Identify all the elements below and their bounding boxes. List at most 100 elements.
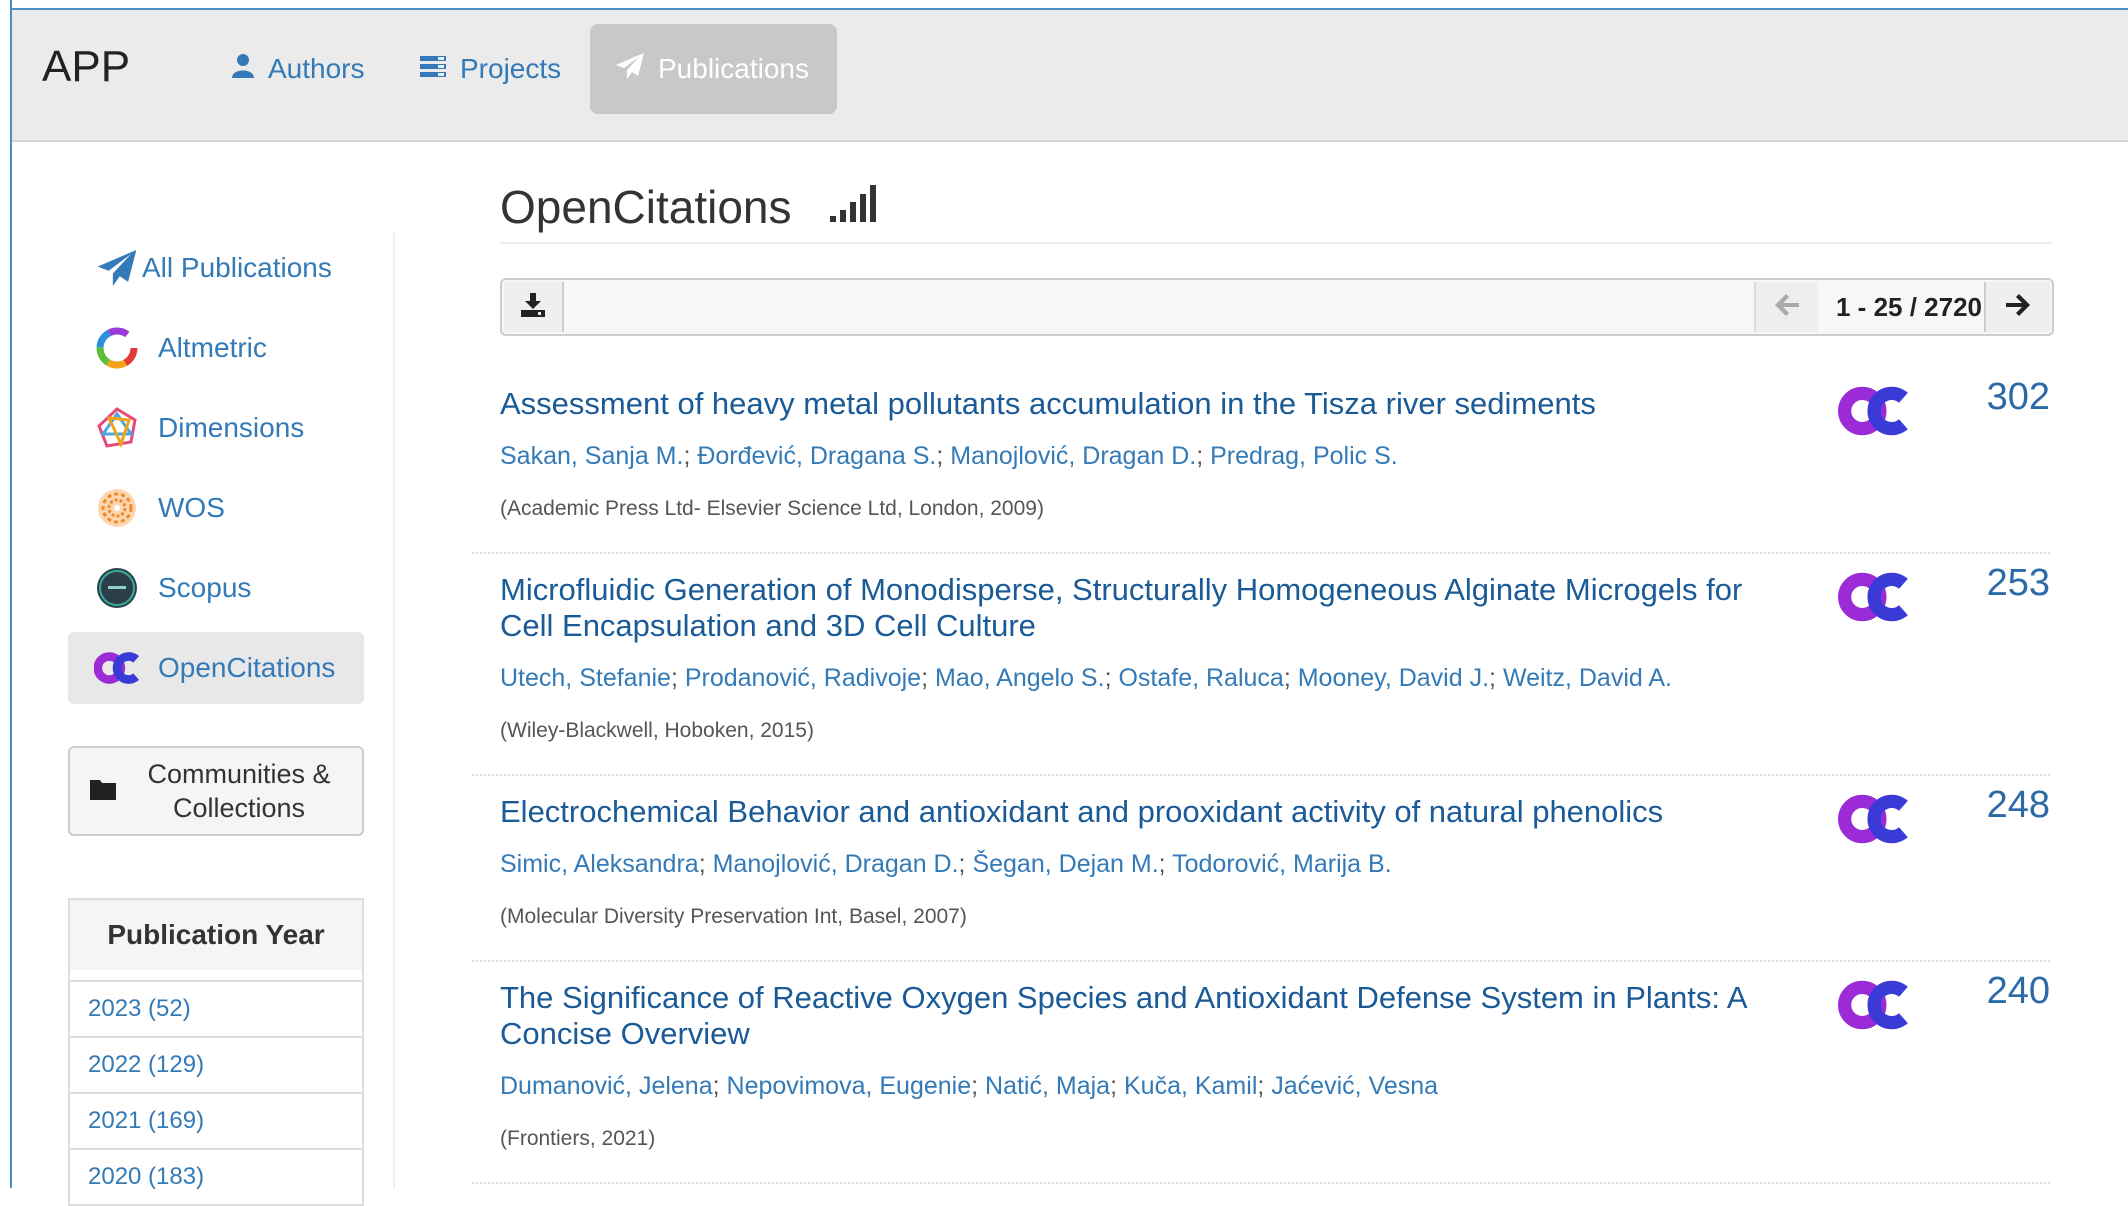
sidebar-item-label: Dimensions bbox=[158, 412, 305, 443]
user-icon bbox=[232, 53, 268, 85]
sidebar-item-label: Scopus bbox=[158, 572, 252, 603]
results-toolbar: 1 - 25 / 2720 bbox=[500, 278, 2054, 336]
publication-meta: (Frontiers, 2021) bbox=[500, 1127, 656, 1150]
opencitations-badge-icon[interactable] bbox=[1837, 794, 1910, 849]
sidebar-item-altmetric[interactable]: Altmetric bbox=[68, 312, 364, 384]
year-filter-item[interactable]: 2021 (169) bbox=[68, 1094, 364, 1150]
citation-count: 248 bbox=[1986, 784, 2050, 826]
paper-plane-icon bbox=[616, 52, 658, 86]
sidebar-item-label: All Publications bbox=[142, 252, 332, 283]
list-divider bbox=[472, 774, 2050, 776]
list-divider bbox=[472, 1182, 2050, 1184]
wos-icon bbox=[94, 485, 140, 531]
publication-year-heading: Publication Year bbox=[68, 898, 364, 970]
author-link[interactable]: Kuča, Kamil bbox=[1124, 1072, 1257, 1100]
publication-item: Assessment of heavy metal pollutants acc… bbox=[500, 376, 2050, 521]
publication-title-link[interactable]: Electrochemical Behavior and antioxidant… bbox=[500, 794, 1800, 830]
app-brand[interactable]: APP bbox=[42, 42, 130, 92]
author-link[interactable]: Manojlović, Dragan D. bbox=[713, 850, 959, 878]
list-divider bbox=[472, 552, 2050, 554]
publication-item: Electrochemical Behavior and antioxidant… bbox=[500, 784, 2050, 929]
sidebar-item-wos[interactable]: WOS bbox=[68, 472, 364, 544]
sidebar-item-label: Altmetric bbox=[158, 332, 267, 363]
publication-title-link[interactable]: Assessment of heavy metal pollutants acc… bbox=[500, 386, 1800, 422]
author-link[interactable]: Mooney, David J. bbox=[1298, 664, 1489, 692]
arrow-right-icon bbox=[2006, 293, 2030, 321]
publication-year-panel: Publication Year 2023 (52) 2022 (129) 20… bbox=[68, 898, 364, 1206]
author-link[interactable]: Nepovimova, Eugenie bbox=[727, 1072, 972, 1100]
publication-item: Microfluidic Generation of Monodisperse,… bbox=[500, 562, 2050, 743]
download-button[interactable] bbox=[504, 282, 564, 332]
signal-bars-icon bbox=[830, 180, 877, 234]
nav-authors[interactable]: Authors bbox=[232, 24, 365, 114]
author-link[interactable]: Prodanović, Radivoje bbox=[685, 664, 921, 692]
publication-title-link[interactable]: The Significance of Reactive Oxygen Spec… bbox=[500, 980, 1800, 1052]
sidebar-item-opencitations[interactable]: OpenCitations bbox=[68, 632, 364, 704]
publication-meta: (Wiley-Blackwell, Hoboken, 2015) bbox=[500, 719, 814, 742]
author-link[interactable]: Weitz, David A. bbox=[1503, 664, 1672, 692]
publication-meta: (Molecular Diversity Preservation Int, B… bbox=[500, 905, 967, 928]
author-link[interactable]: Todorović, Marija B. bbox=[1172, 850, 1392, 878]
author-link[interactable]: Ostafe, Raluca bbox=[1118, 664, 1283, 692]
communities-collections-button[interactable]: Communities & Collections bbox=[68, 746, 364, 836]
author-link[interactable]: Šegan, Dejan M. bbox=[972, 850, 1158, 878]
sidebar-item-label: WOS bbox=[158, 492, 225, 523]
nav-projects-label: Projects bbox=[460, 53, 562, 84]
citation-count: 240 bbox=[1986, 970, 2050, 1012]
nav-publications[interactable]: Publications bbox=[590, 24, 837, 114]
author-link[interactable]: Simic, Aleksandra bbox=[500, 850, 699, 878]
sidebar-item-scopus[interactable]: Scopus bbox=[68, 552, 364, 624]
dimensions-icon bbox=[94, 405, 140, 451]
author-link[interactable]: Dumanović, Jelena bbox=[500, 1072, 713, 1100]
previous-page-button[interactable] bbox=[1754, 282, 1818, 332]
citation-count: 253 bbox=[1986, 562, 2050, 604]
publication-authors: Simic, Aleksandra; Manojlović, Dragan D.… bbox=[500, 850, 1392, 878]
top-navbar: APP Authors Projects Publications bbox=[12, 10, 2128, 142]
author-link[interactable]: Sakan, Sanja M. bbox=[500, 442, 683, 470]
publication-item: The Significance of Reactive Oxygen Spec… bbox=[500, 970, 2050, 1151]
opencitations-badge-icon[interactable] bbox=[1837, 980, 1910, 1035]
sidebar-item-dimensions[interactable]: Dimensions bbox=[68, 392, 364, 464]
window-top-border bbox=[0, 0, 2128, 10]
tasks-icon bbox=[420, 53, 460, 85]
year-filter-item[interactable]: 2022 (129) bbox=[68, 1038, 364, 1094]
author-link[interactable]: Đorđević, Dragana S. bbox=[697, 442, 936, 470]
author-link[interactable]: Manojlović, Dragan D. bbox=[950, 442, 1196, 470]
arrow-left-icon bbox=[1775, 293, 1799, 321]
opencitations-badge-icon[interactable] bbox=[1837, 572, 1910, 627]
author-link[interactable]: Utech, Stefanie bbox=[500, 664, 671, 692]
opencitations-icon bbox=[94, 645, 140, 691]
publication-authors: Dumanović, Jelena; Nepovimova, Eugenie; … bbox=[500, 1072, 1439, 1100]
scopus-icon bbox=[94, 565, 140, 611]
panel-divider bbox=[68, 970, 364, 982]
sidebar-item-label: OpenCitations bbox=[158, 652, 336, 683]
author-link[interactable]: Natić, Maja bbox=[985, 1072, 1110, 1100]
nav-authors-label: Authors bbox=[268, 53, 365, 84]
download-icon bbox=[521, 292, 545, 322]
altmetric-icon bbox=[94, 325, 140, 371]
next-page-button[interactable] bbox=[1984, 282, 2050, 332]
paper-plane-icon bbox=[94, 245, 140, 291]
publication-authors: Sakan, Sanja M.; Đorđević, Dragana S.; M… bbox=[500, 442, 1398, 470]
author-link[interactable]: Jaćević, Vesna bbox=[1271, 1072, 1438, 1100]
communities-collections-label: Communities & Collections bbox=[147, 759, 331, 823]
page-title: OpenCitations bbox=[500, 180, 877, 234]
window-left-border bbox=[0, 0, 12, 1188]
publication-authors: Utech, Stefanie; Prodanović, Radivoje; M… bbox=[500, 664, 1672, 692]
sidebar-item-all-publications[interactable]: All Publications bbox=[68, 232, 364, 304]
nav-projects[interactable]: Projects bbox=[420, 24, 561, 114]
folder-icon bbox=[90, 778, 116, 805]
citation-count: 302 bbox=[1986, 376, 2050, 418]
sidebar-divider bbox=[393, 232, 395, 1188]
title-divider bbox=[500, 242, 2052, 244]
publication-title-link[interactable]: Microfluidic Generation of Monodisperse,… bbox=[500, 572, 1800, 644]
author-link[interactable]: Predrag, Polic S. bbox=[1210, 442, 1398, 470]
author-link[interactable]: Mao, Angelo S. bbox=[935, 664, 1105, 692]
nav-publications-label: Publications bbox=[658, 53, 809, 84]
year-filter-item[interactable]: 2023 (52) bbox=[68, 982, 364, 1038]
year-filter-item[interactable]: 2020 (183) bbox=[68, 1150, 364, 1206]
publication-meta: (Academic Press Ltd- Elsevier Science Lt… bbox=[500, 497, 1044, 520]
pagination-status: 1 - 25 / 2720 bbox=[1836, 292, 1982, 322]
opencitations-badge-icon[interactable] bbox=[1837, 386, 1910, 441]
list-divider bbox=[472, 960, 2050, 962]
